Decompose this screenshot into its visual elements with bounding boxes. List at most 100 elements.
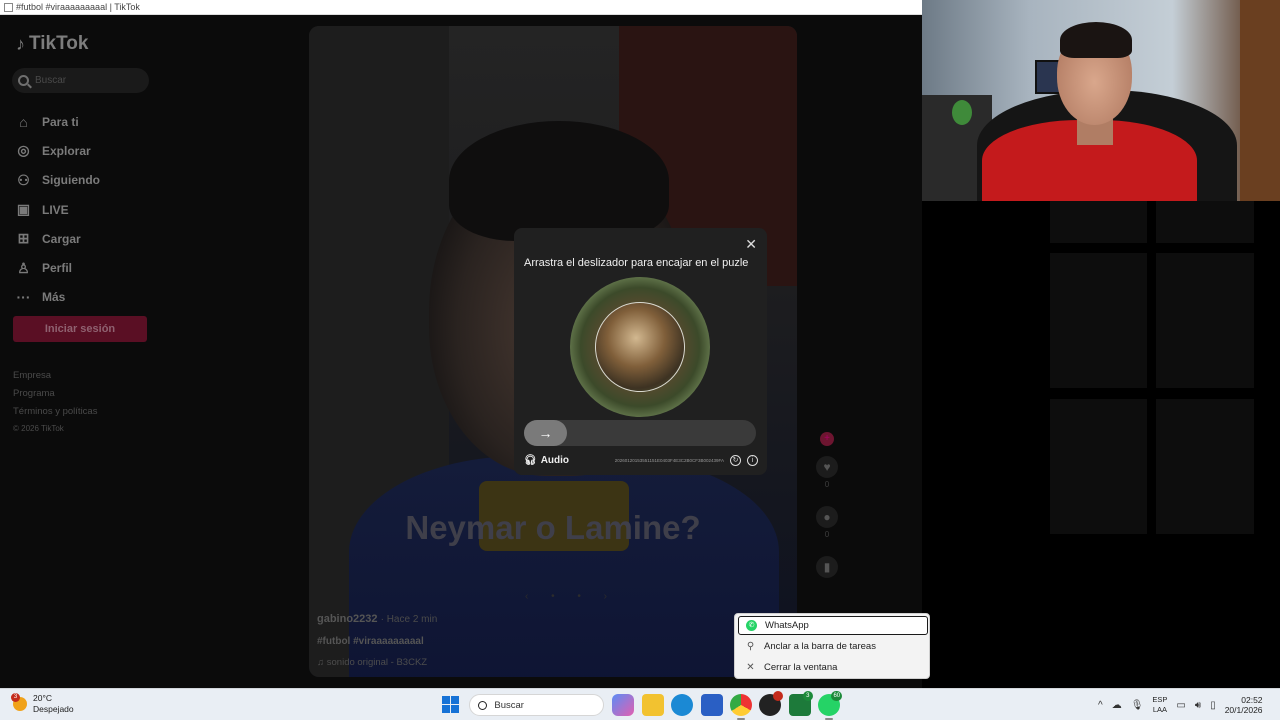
sidebar-item-label: Cargar xyxy=(42,231,81,246)
carousel-dots[interactable]: ‹ • • › xyxy=(525,591,617,602)
battery-icon[interactable]: ▯ xyxy=(1210,700,1216,711)
tiktok-logo[interactable]: ♪ TikTok xyxy=(16,33,88,55)
microphone-icon[interactable]: 🎙︎ xyxy=(1131,700,1144,711)
system-tray: ^ ☁ 🎙︎ ESP LAA ▭ 🔊︎ ▯ 02:52 20/1/2026 xyxy=(1098,695,1263,715)
captcha-code: 20260120153551151E0403F4E3C2B0CF3B002439… xyxy=(614,457,724,463)
more-icon: ··· xyxy=(16,289,31,306)
sidebar-item-cargar[interactable]: ⊞ Cargar xyxy=(15,224,100,253)
window-title-bar: #futbol #viraaaaaaaaal | TikTok xyxy=(0,0,922,15)
search-input[interactable]: Buscar xyxy=(12,68,149,93)
sidebar-item-label: Siguiendo xyxy=(42,173,100,188)
footer-link-programa[interactable]: Programa xyxy=(13,388,97,406)
cloud-icon[interactable]: ☁ xyxy=(1112,700,1122,711)
search-placeholder: Buscar xyxy=(35,75,67,86)
like-count: 0 xyxy=(824,480,830,489)
taskbar-search-placeholder: Buscar xyxy=(494,699,524,711)
sidebar-item-live[interactable]: ▣ LIVE xyxy=(15,195,100,224)
copilot-icon[interactable] xyxy=(612,694,635,716)
author-name[interactable]: gabino2232 xyxy=(317,613,378,625)
tiktok-logo-text: TikTok xyxy=(29,33,89,54)
volume-icon[interactable]: 🔊︎ xyxy=(1195,700,1201,711)
weather-temp: 20°C xyxy=(33,693,52,703)
video-actions: + ♥ 0 ● 0 ▮ xyxy=(816,432,838,578)
captcha-puzzle-piece xyxy=(576,283,704,411)
clock-date: 20/1/2026 xyxy=(1224,705,1263,715)
follow-plus-icon[interactable]: + xyxy=(820,432,834,446)
start-button[interactable] xyxy=(440,694,462,716)
clock[interactable]: 02:52 20/1/2026 xyxy=(1225,695,1263,715)
obs-icon[interactable] xyxy=(759,691,784,716)
footer-link-empresa[interactable]: Empresa xyxy=(13,370,97,388)
compass-icon: ◎ xyxy=(17,142,30,159)
xbox-icon[interactable]: 3 xyxy=(788,691,813,716)
info-icon[interactable]: i xyxy=(747,454,758,466)
bookmark-icon[interactable]: ▮ xyxy=(816,556,838,578)
tiktok-favicon-icon xyxy=(4,2,13,12)
sidebar-item-mas[interactable]: ··· Más xyxy=(15,283,100,312)
close-icon: ✕ xyxy=(746,662,755,673)
webcam-overlay xyxy=(922,0,1280,201)
copyright: © 2026 TikTok xyxy=(13,424,64,433)
whatsapp-badge: 60 xyxy=(831,691,843,701)
window-title: #futbol #viraaaaaaaaal | TikTok xyxy=(16,2,140,12)
comment-icon[interactable]: ● xyxy=(816,506,838,528)
weather-desc: Despejado xyxy=(33,704,74,714)
weather-badge: 3 xyxy=(11,693,20,702)
post-time: · Hace 2 min xyxy=(380,614,438,625)
sidebar-item-siguiendo[interactable]: ⚇ Siguiendo xyxy=(15,166,100,195)
pin-icon: ⚲ xyxy=(746,641,755,652)
video-hashtags[interactable]: #futbol #viraaaaaaaaal xyxy=(317,636,424,647)
jumplist-label: WhatsApp xyxy=(765,620,809,631)
whatsapp-taskbar-icon[interactable]: 60 xyxy=(818,691,843,720)
captcha-title: Arrastra el deslizador para encajar en e… xyxy=(524,257,749,269)
whatsapp-icon: ✆ xyxy=(746,620,757,631)
refresh-icon[interactable]: ↻ xyxy=(730,454,741,466)
chevron-up-icon[interactable]: ^ xyxy=(1098,700,1103,711)
audio-label: Audio xyxy=(540,454,570,466)
file-explorer-icon[interactable] xyxy=(641,694,664,716)
following-icon: ⚇ xyxy=(17,171,30,188)
taskbar: 3 20°C Despejado Buscar 3 60 ^ ☁ 🎙︎ ESP … xyxy=(0,688,1280,720)
sidebar-item-perfil[interactable]: ♙ Perfil xyxy=(15,253,100,282)
whatsapp-jump-list: ✆ WhatsApp ⚲ Anclar a la barra de tareas… xyxy=(734,613,930,679)
jumplist-item-whatsapp[interactable]: ✆ WhatsApp xyxy=(738,616,928,635)
edge-icon[interactable] xyxy=(671,694,694,716)
tiktok-page: ♪ TikTok Buscar ⌂ Para ti ◎ Explorar ⚇ S… xyxy=(0,15,922,688)
profile-icon: ♙ xyxy=(17,259,30,276)
xbox-badge: 3 xyxy=(802,691,813,701)
audio-button[interactable]: 🎧︎ Audio xyxy=(524,455,569,466)
footer-link-terminos[interactable]: Términos y políticas xyxy=(13,406,97,424)
windows-icon xyxy=(442,696,459,713)
taskbar-apps: Buscar 3 60 xyxy=(440,691,848,720)
sidebar-item-para-ti[interactable]: ⌂ Para ti xyxy=(15,107,100,136)
sidebar-item-explorar[interactable]: ◎ Explorar xyxy=(15,136,100,165)
close-icon[interactable]: ✕ xyxy=(745,236,757,253)
video-sound[interactable]: ♫ sonido original - B3CKZ xyxy=(317,657,427,668)
video-author[interactable]: gabino2232 · Hace 2 min xyxy=(317,613,437,625)
store-icon[interactable] xyxy=(700,694,723,716)
captcha-dialog: ✕ Arrastra el deslizador para encajar en… xyxy=(514,228,767,475)
captcha-footer: 🎧︎ Audio 20260120153551151E0403F4E3C2B0C… xyxy=(524,453,758,467)
jumplist-item-pin[interactable]: ⚲ Anclar a la barra de tareas xyxy=(738,637,928,656)
taskbar-search[interactable]: Buscar xyxy=(469,694,605,716)
video-overlay-text: Neymar o Lamine? xyxy=(405,509,701,546)
heart-icon[interactable]: ♥ xyxy=(816,456,838,478)
language-indicator[interactable]: ESP LAA xyxy=(1152,695,1167,715)
search-icon xyxy=(478,700,488,710)
captcha-slider-track[interactable]: → xyxy=(524,420,756,446)
sidebar-item-label: Perfil xyxy=(42,261,73,276)
upload-icon: ⊞ xyxy=(17,230,30,247)
search-icon xyxy=(18,75,29,86)
sidebar-item-label: Más xyxy=(42,290,66,305)
sidebar-item-label: Explorar xyxy=(42,143,91,158)
login-button[interactable]: Iniciar sesión xyxy=(13,316,147,342)
weather-widget[interactable]: 3 20°C Despejado xyxy=(11,693,74,715)
live-icon: ▣ xyxy=(16,201,31,218)
chrome-icon[interactable] xyxy=(729,694,752,720)
network-icon[interactable]: ▭ xyxy=(1176,700,1185,711)
jumplist-label: Anclar a la barra de tareas xyxy=(764,641,876,652)
jumplist-item-close-window[interactable]: ✕ Cerrar la ventana xyxy=(738,658,928,677)
arrow-right-icon: → xyxy=(538,425,553,441)
captcha-slider-handle[interactable]: → xyxy=(524,420,567,446)
tiktok-logo-icon: ♪ xyxy=(16,33,25,54)
